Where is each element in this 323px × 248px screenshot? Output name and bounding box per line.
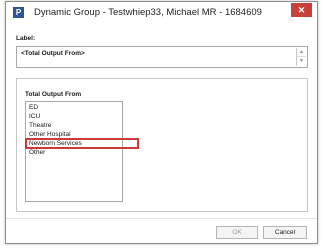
title-bar: P Dynamic Group - Testwhiep33, Michael M… [6, 2, 317, 24]
list-item-theatre[interactable]: Theatre [29, 122, 51, 130]
highlight-box [25, 138, 139, 149]
spin-up-icon[interactable]: ▲ [297, 48, 306, 57]
label-heading: Label: [16, 35, 36, 42]
label-field[interactable]: <Total Output From> ▲ ▼ [16, 46, 308, 68]
label-spinner: ▲ ▼ [296, 48, 306, 66]
list-item-icu[interactable]: ICU [29, 113, 40, 121]
total-output-listbox[interactable]: ED ICU Theatre Other Hospital Newborn Se… [25, 101, 139, 202]
list-item-ed[interactable]: ED [29, 104, 38, 112]
dynamic-group-dialog: P Dynamic Group - Testwhiep33, Michael M… [5, 1, 318, 244]
app-icon: P [13, 7, 24, 18]
list-item-other[interactable]: Other [29, 149, 45, 157]
ok-button[interactable]: OK [216, 226, 258, 239]
footer-divider [6, 218, 317, 219]
spin-down-icon[interactable]: ▼ [297, 57, 306, 66]
total-output-group: Total Output From ED ICU Theatre Other H… [16, 78, 308, 212]
close-button[interactable]: ✕ [291, 3, 312, 17]
total-output-heading: Total Output From [25, 91, 82, 98]
label-value: <Total Output From> [21, 50, 85, 57]
cancel-button[interactable]: Cancel [263, 226, 307, 239]
window-title: Dynamic Group - Testwhiep33, Michael MR … [34, 7, 262, 18]
